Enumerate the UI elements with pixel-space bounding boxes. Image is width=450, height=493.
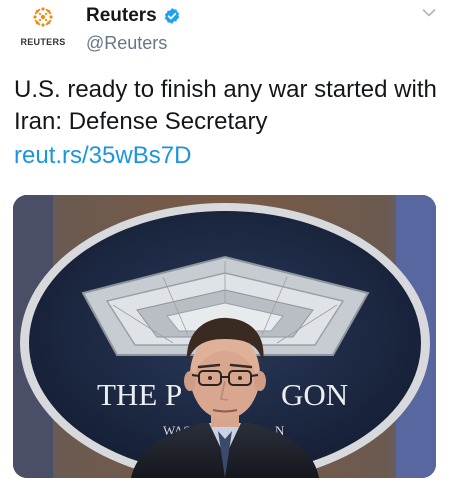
tweet-card: REUTERS Reuters @Reuters U.S. ready to f… bbox=[0, 0, 450, 493]
logo-text: REUTERS bbox=[20, 37, 66, 47]
tweet-link[interactable]: reut.rs/35wBs7D bbox=[14, 140, 191, 172]
tweet-image[interactable]: THE P GON WAS N bbox=[13, 195, 436, 478]
name-row: Reuters bbox=[86, 4, 181, 28]
reuters-logo-icon bbox=[33, 7, 53, 27]
podium-sign-text-right: GON bbox=[281, 377, 348, 412]
chevron-down-icon[interactable] bbox=[422, 8, 436, 18]
display-name[interactable]: Reuters bbox=[86, 5, 157, 27]
podium-sign-text-left: THE P bbox=[97, 377, 182, 412]
verified-badge-icon bbox=[164, 8, 179, 24]
handle[interactable]: @Reuters bbox=[86, 33, 167, 54]
press-briefing-photo: THE P GON WAS N bbox=[13, 195, 436, 478]
tweet-text: U.S. ready to finish any war started wit… bbox=[14, 76, 437, 135]
avatar[interactable]: REUTERS bbox=[16, 4, 70, 54]
